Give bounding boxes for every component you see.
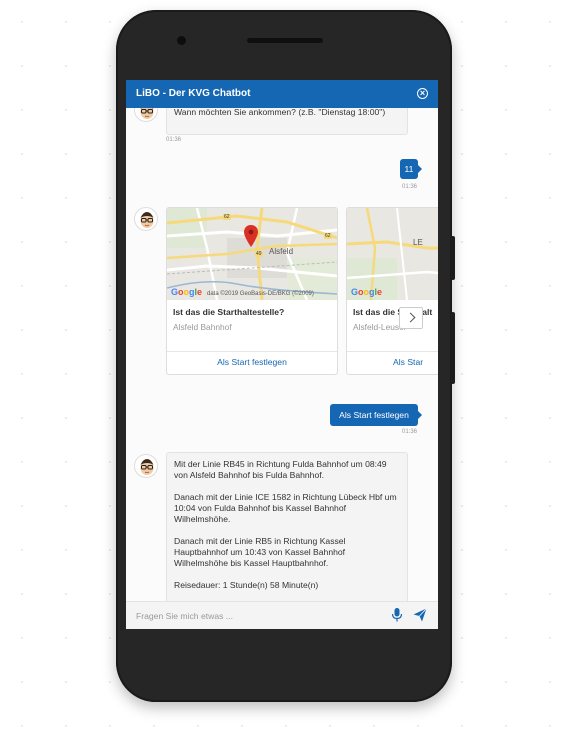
message-time: 01:36	[402, 184, 418, 190]
bot-avatar	[134, 454, 158, 478]
card-divider	[167, 351, 337, 352]
card-title: Ist das die Starthaltestelle?	[173, 307, 285, 317]
stop-card-alsfeld: 62 62 49 Alsfeld Google data ©2019 GeoBa…	[166, 207, 338, 375]
google-logo: Google	[351, 287, 383, 297]
map-town-label: Alsfeld	[269, 247, 294, 256]
chat-title: LiBO - Der KVG Chatbot	[136, 88, 251, 99]
phone-power-button	[451, 312, 455, 384]
chat-window: LiBO - Der KVG Chatbot × Wann möchten Si…	[126, 80, 438, 629]
card-divider	[347, 351, 438, 352]
microphone-icon[interactable]	[391, 608, 403, 622]
message-input[interactable]	[134, 607, 378, 625]
route-duration: Reisedauer: 1 Stunde(n) 58 Minute(n)	[174, 580, 319, 590]
user-message-answer: 11	[400, 159, 422, 179]
map-preview[interactable]: 62 62 49 Alsfeld Google data ©2019 GeoBa…	[167, 208, 337, 300]
google-logo: Google	[171, 287, 203, 297]
card-subtitle: Alsfeld Bahnhof	[173, 322, 232, 332]
phone-speaker	[247, 38, 323, 43]
route-paragraph: Danach mit der Linie RB5 in Richtung Kas…	[174, 536, 346, 568]
avatar-face-icon	[140, 212, 154, 228]
bot-message-question: Wann möchten Sie ankommen? (z.B. "Dienst…	[166, 108, 408, 135]
set-start-button[interactable]: Als Start festlegen	[167, 357, 337, 367]
road-label: 62	[324, 233, 332, 239]
close-icon[interactable]: ×	[417, 88, 428, 99]
map-town-label: LE	[413, 238, 423, 247]
map-attribution: data ©2019 GeoBasis-DE/BKG (©2009)	[207, 291, 314, 297]
bot-message-route: Mit der Linie RB45 in Richtung Fulda Bah…	[166, 452, 408, 601]
message-text: Wann möchten Sie ankommen? (z.B. "Dienst…	[174, 108, 386, 117]
map-preview[interactable]: LE Google	[347, 208, 438, 300]
card-subtitle: Alsfeld-Leusel	[353, 322, 406, 332]
bot-avatar	[134, 108, 158, 122]
send-icon[interactable]	[413, 608, 427, 622]
set-start-button[interactable]: Als Star	[393, 357, 423, 367]
message-text: Als Start festlegen	[339, 410, 409, 420]
stop-card-alsfeld-leusel: LE Google Ist das die Starthalt Alsfeld-…	[346, 207, 438, 375]
message-time: 01:36	[166, 137, 182, 143]
road-label: 49	[255, 251, 263, 257]
map-marker-icon	[244, 225, 258, 247]
avatar-face-icon	[140, 459, 154, 475]
phone-volume-button	[451, 236, 455, 280]
message-text: 11	[404, 164, 414, 174]
chevron-right-icon[interactable]	[399, 307, 423, 329]
message-list[interactable]: Wann möchten Sie ankommen? (z.B. "Dienst…	[126, 108, 438, 601]
road-label: 62	[223, 214, 231, 220]
route-paragraph: Danach mit der Linie ICE 1582 in Richtun…	[174, 492, 397, 524]
route-paragraph: Mit der Linie RB45 in Richtung Fulda Bah…	[174, 459, 387, 480]
chat-header: LiBO - Der KVG Chatbot ×	[126, 80, 438, 108]
user-message-choice: Als Start festlegen	[330, 404, 422, 426]
phone-camera	[177, 36, 186, 45]
avatar-face-icon	[140, 108, 154, 119]
bot-avatar	[134, 207, 158, 231]
message-time: 01:36	[402, 429, 418, 435]
message-input-bar	[126, 601, 438, 629]
